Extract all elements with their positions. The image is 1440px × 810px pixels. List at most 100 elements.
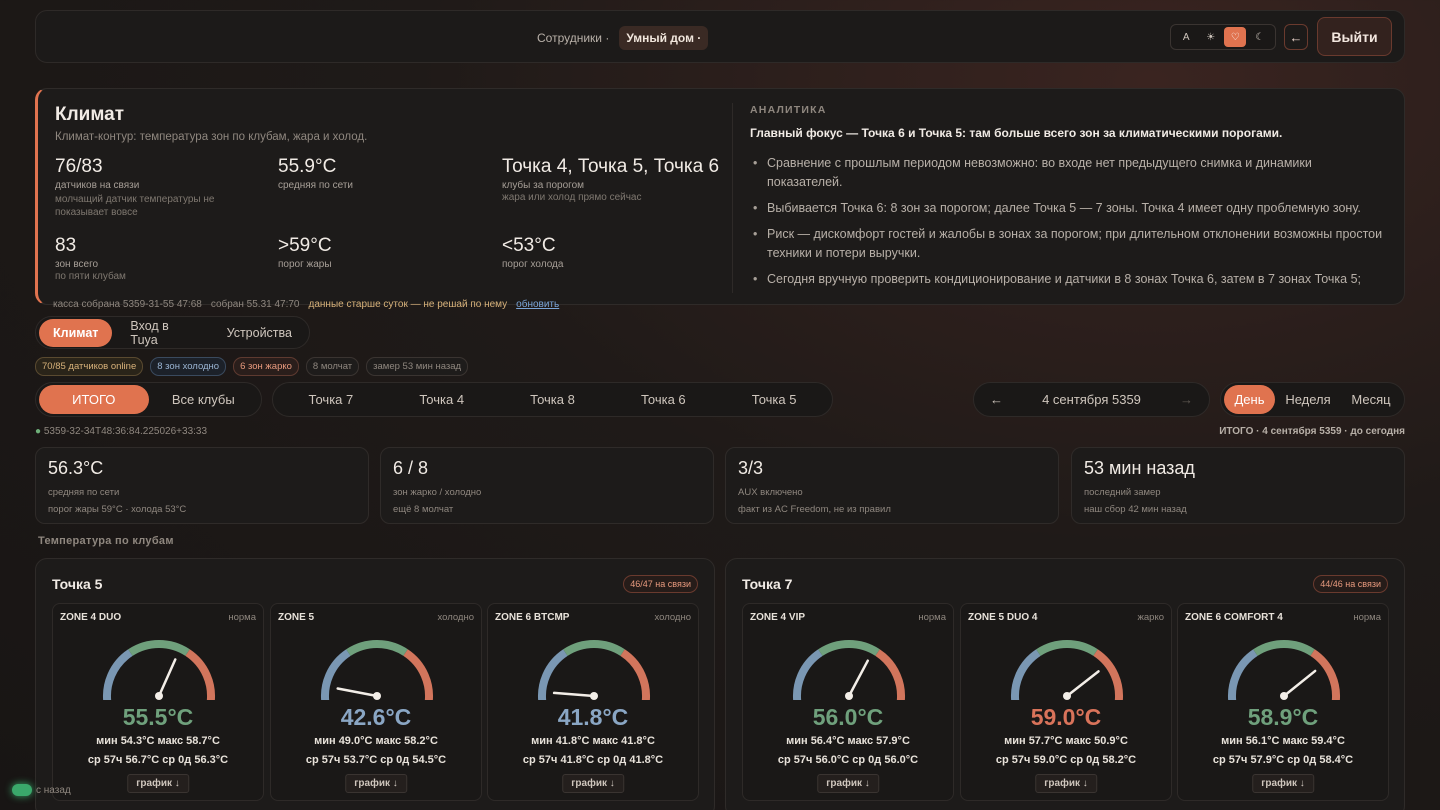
zone-min-max: мин 41.8°C макс 41.8°C [531,735,655,747]
kpi-value: 53 мин назад [1084,458,1195,478]
zone-card: ZONE 5 DUO 4 жарко 59.0°C мин 57.7°C мак… [960,603,1172,801]
toast-text: с назад [36,784,71,796]
zone-min-max: мин 57.7°C макс 50.9°C [1004,735,1128,747]
climate-panel: Климат Климат-контур: температура зон по… [35,88,1405,305]
gauge-needle [1065,670,1100,698]
kpi-label: последний замер [1084,487,1161,498]
zone-averages: ср 57ч 53.7°C ср 0д 54.5°C [305,754,447,766]
chart-toggle-button[interactable]: график ↓ [817,774,879,793]
scope-all-clubs[interactable]: Все клубы [149,392,259,407]
moon-icon[interactable]: ☾ [1249,27,1271,47]
timestamp-right: ИТОГО · 4 сентября 5359 · до сегодня [1219,426,1405,437]
online-indicator-icon [12,784,32,796]
gauge-hub [590,692,598,700]
analytics-list: Сравнение с прошлым периодом невозможно:… [750,154,1390,289]
arrow-left-icon[interactable]: ← [1284,24,1308,50]
current-date: 4 сентября 5359 [1042,392,1141,407]
analytics-block: АНАЛИТИКА Главный фокус — Точка 6 и Точк… [750,104,1390,296]
zone-name: ZONE 6 COMFORT 4 [1185,612,1283,623]
nav-item-employees[interactable]: Сотрудники · [533,27,613,49]
analytics-bullet: Сегодня вручную проверить кондиционирова… [750,270,1390,289]
kpi-note: ещё 8 молчат [393,504,454,515]
stat-value: 76/83 [55,156,103,177]
gauge-needle [1282,669,1317,698]
period-month[interactable]: Месяц [1341,392,1401,407]
gauge-arc [793,649,823,700]
gauge-hub [373,692,381,700]
scope-toggle: ИТОГО Все клубы [35,382,262,417]
kpi-label: средняя по сети [48,487,120,498]
tab-tuya-login[interactable]: Вход в Tuya [116,312,208,354]
club-filter-item[interactable]: Точка 5 [716,392,832,407]
gauge-arc [563,640,625,656]
nav-item-smart-home[interactable]: Умный дом · [619,26,709,50]
zone-state: жарко [1137,612,1164,623]
club-filter-item[interactable]: Точка 7 [273,392,389,407]
club-filter-item[interactable]: Точка 4 [389,392,495,407]
analytics-focus: Главный фокус — Точка 6 и Точка 5: там б… [750,126,1283,140]
period-day[interactable]: День [1224,385,1275,414]
temperature-gauge [103,640,215,700]
stat-hot-threshold: >59°C порог жары [278,235,478,270]
stat-label: средняя по сети [278,180,354,191]
tab-devices[interactable]: Устройства [213,319,306,347]
chip-online: 70/85 датчиков online [35,357,144,376]
refresh-link[interactable]: обновить [516,299,559,310]
stat-sensors: 76/83 датчиков на связи молчащий датчик … [55,156,255,219]
status-chips: 70/85 датчиков online 8 зон холодно 6 зо… [35,357,469,376]
stat-value: Точка 4, Точка 5, Точка 6 [502,156,720,177]
chart-toggle-button[interactable]: график ↓ [127,774,189,793]
zone-state: холодно [437,612,474,623]
logout-button[interactable]: Выйти [1317,17,1392,56]
heart-icon[interactable]: ♡ [1224,27,1247,47]
gauge-arc [103,649,133,700]
period-week[interactable]: Неделя [1275,392,1341,407]
gauge-hub [1063,692,1071,700]
gauge-arc [1093,649,1123,700]
chart-toggle-button[interactable]: график ↓ [345,774,407,793]
stat-value: <53°C [502,235,556,256]
scope-total[interactable]: ИТОГО [39,385,149,414]
zone-temperature: 58.9°C [1247,704,1319,730]
stat-label: клубы за порогом [502,180,585,191]
club-filter: Точка 7 Точка 4 Точка 8 Точка 6 Точка 5 [272,382,833,417]
analytics-bullet: Выбивается Точка 6: 8 зон за порогом; да… [750,199,1390,218]
kpi-label: зон жарко / холодно [393,487,482,498]
stat-note: молчащий датчик температуры не показывае… [55,194,215,218]
sun-icon[interactable]: ☀ [1200,27,1222,47]
club-title: Точка 7 [742,576,793,592]
analytics-bullet: Сравнение с прошлым периодом невозможно:… [750,154,1390,192]
section-title: Температура по клубам [38,535,174,547]
kpi-value: 6 / 8 [393,458,429,478]
club-filter-item[interactable]: Точка 8 [495,392,611,407]
club-panel: Точка 7 44/46 на связи ZONE 4 VIP норма … [725,558,1405,810]
zone-min-max: мин 49.0°C макс 58.2°C [314,735,438,747]
kpi-value: 3/3 [738,458,764,478]
kpi-note: порог жары 59°C · холода 53°C [48,504,187,515]
arrow-right-icon[interactable]: → [1180,392,1193,407]
period-toggle: День Неделя Месяц [1220,382,1405,417]
zone-name: ZONE 6 BTCMP [495,612,570,623]
gauge-arc [185,649,215,700]
zone-card: ZONE 6 COMFORT 4 норма 58.9°C мин 56.1°C… [1177,603,1389,801]
gauge-arc [128,640,190,656]
club-filter-item[interactable]: Точка 6 [610,392,716,407]
gauge-needle [552,691,596,698]
zone-averages: ср 57ч 56.0°C ср 0д 56.0°C [777,754,919,766]
top-bar: Сотрудники · Умный дом · A ☀ ♡ ☾ ← Выйти [35,10,1405,63]
status-dot-icon: ● [35,426,42,437]
chart-toggle-button[interactable]: график ↓ [562,774,624,793]
gauge-hub [845,692,853,700]
chart-toggle-button[interactable]: график ↓ [1252,774,1314,793]
tab-climate[interactable]: Климат [39,318,113,347]
theme-auto-button[interactable]: A [1175,27,1197,47]
club-panel: Точка 5 46/47 на связи ZONE 4 DUO норма … [35,558,715,810]
zone-temperature: 55.5°C [122,704,194,730]
zone-name: ZONE 5 [278,612,315,623]
gauge-arc [1310,649,1340,700]
zone-state: норма [1353,612,1381,623]
zone-state: норма [918,612,946,623]
chart-toggle-button[interactable]: график ↓ [1035,774,1097,793]
kpi-note: наш сбор 42 мин назад [1084,504,1187,515]
club-title: Точка 5 [52,576,103,592]
